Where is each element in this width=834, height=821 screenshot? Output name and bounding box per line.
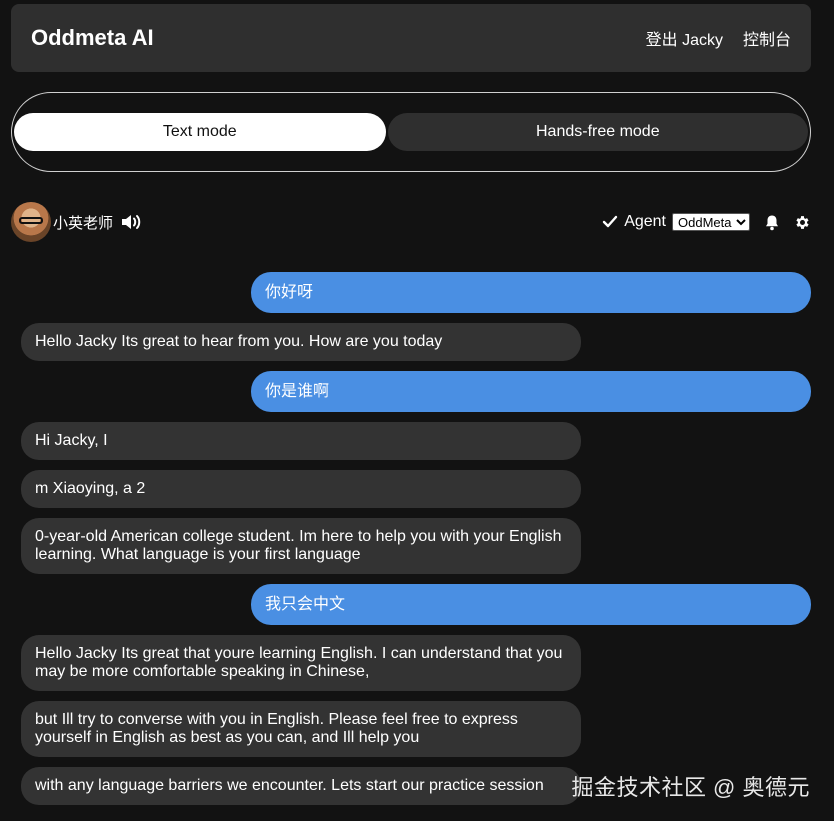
gear-icon[interactable] (794, 214, 811, 231)
agent-select[interactable]: OddMeta (672, 213, 750, 231)
bot-message: Hi Jacky, I (21, 422, 581, 460)
logout-link[interactable]: 登出 Jacky (646, 26, 723, 50)
speaker-icon[interactable] (121, 213, 143, 231)
header-nav: 登出 Jacky 控制台 (646, 26, 791, 50)
user-message: 我只会中文 (251, 584, 811, 625)
watermark: 掘金技术社区 @ 奥德元 (571, 775, 810, 800)
bot-message: Hello Jacky Its great to hear from you. … (21, 323, 581, 361)
handsfree-mode-button[interactable]: Hands-free mode (387, 113, 808, 151)
user-message: 你好呀 (251, 272, 811, 313)
app-title: Oddmeta AI (31, 25, 154, 50)
text-mode-button[interactable]: Text mode (14, 113, 386, 151)
agent-bar: 小英老师 Agent OddMeta (11, 200, 811, 244)
console-link[interactable]: 控制台 (743, 26, 791, 50)
agent-info: 小英老师 (11, 202, 143, 242)
bot-message: m Xiaoying, a 2 (21, 470, 581, 508)
agent-controls: Agent OddMeta (602, 213, 811, 231)
avatar (11, 202, 51, 242)
check-icon (602, 215, 618, 229)
bot-message: with any language barriers we encounter.… (21, 767, 581, 805)
user-message: 你是谁啊 (251, 371, 811, 412)
agent-label: Agent (624, 213, 666, 230)
bell-icon[interactable] (764, 214, 780, 231)
top-header: Oddmeta AI 登出 Jacky 控制台 (11, 4, 811, 72)
bot-message: but Ill try to converse with you in Engl… (21, 701, 581, 757)
bot-message: 0-year-old American college student. Im … (21, 518, 581, 574)
mode-switcher: Text mode Hands-free mode (11, 92, 811, 172)
agent-name: 小英老师 (53, 214, 114, 232)
bot-message: Hello Jacky Its great that youre learnin… (21, 635, 581, 691)
